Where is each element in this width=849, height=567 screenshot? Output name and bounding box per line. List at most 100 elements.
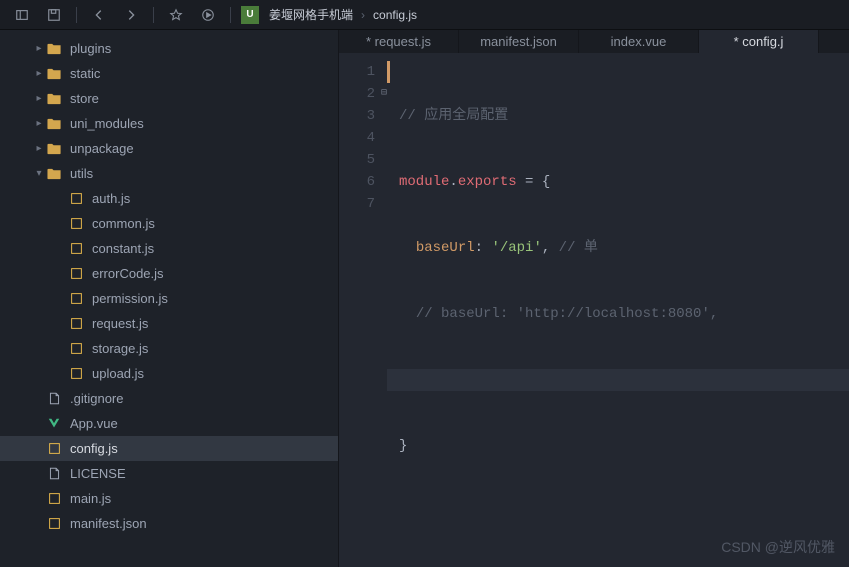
tree-item-label: store	[70, 91, 99, 106]
file-request.js[interactable]: request.js	[0, 311, 338, 336]
breadcrumb-project[interactable]: 姜堰网格手机端	[269, 6, 353, 23]
file-manifest.json[interactable]: manifest.json	[0, 511, 338, 536]
code-token: = {	[517, 174, 551, 190]
tree-item-label: LICENSE	[70, 466, 126, 481]
tree-item-label: unpackage	[70, 141, 134, 156]
tab-label: * request.js	[366, 34, 431, 49]
tab-label: manifest.json	[480, 34, 557, 49]
line-number: 6	[339, 171, 375, 193]
file-main.js[interactable]: main.js	[0, 486, 338, 511]
line-number: 4	[339, 127, 375, 149]
tree-item-label: config.js	[70, 441, 118, 456]
code-editor[interactable]: 1⊟234567 // 应用全局配置 module.exports = { ba…	[339, 53, 849, 567]
file-errorCode.js[interactable]: errorCode.js	[0, 261, 338, 286]
file-type-icon	[46, 141, 62, 157]
app-icon: U	[241, 6, 259, 24]
back-icon[interactable]	[85, 3, 113, 27]
file-upload.js[interactable]: upload.js	[0, 361, 338, 386]
folder-plugins[interactable]: ▸ plugins	[0, 36, 338, 61]
folder-static[interactable]: ▸ static	[0, 61, 338, 86]
file-type-icon	[68, 266, 84, 282]
tab-request[interactable]: * request.js	[339, 30, 459, 53]
forward-icon[interactable]	[117, 3, 145, 27]
tree-item-label: permission.js	[92, 291, 168, 306]
line-number: 7	[339, 193, 375, 215]
code-token: module	[399, 174, 449, 190]
folder-utils[interactable]: ▾ utils	[0, 161, 338, 186]
file-auth.js[interactable]: auth.js	[0, 186, 338, 211]
file-type-icon	[46, 516, 62, 532]
tree-item-label: .gitignore	[70, 391, 123, 406]
line-number: 5	[339, 149, 375, 171]
line-number: 2	[339, 83, 375, 105]
code-comment: // baseUrl: 'http://localhost:8080',	[416, 306, 718, 322]
chevron-right-icon: ›	[361, 8, 365, 22]
folder-unpackage[interactable]: ▸ unpackage	[0, 136, 338, 161]
code-token: .	[449, 174, 457, 190]
tree-item-label: App.vue	[70, 416, 118, 431]
file-constant.js[interactable]: constant.js	[0, 236, 338, 261]
file-LICENSE[interactable]: LICENSE	[0, 461, 338, 486]
gutter: 1⊟234567	[339, 61, 387, 567]
file-type-icon	[46, 66, 62, 82]
tree-item-label: uni_modules	[70, 116, 144, 131]
editor-area: * request.js manifest.json index.vue * c…	[338, 30, 849, 567]
file-type-icon	[68, 316, 84, 332]
file-type-icon	[46, 466, 62, 482]
chevron-icon: ▸	[32, 68, 46, 79]
folder-uni_modules[interactable]: ▸ uni_modules	[0, 111, 338, 136]
file-type-icon	[46, 91, 62, 107]
chevron-icon: ▸	[32, 143, 46, 154]
file-type-icon	[46, 391, 62, 407]
tree-item-label: manifest.json	[70, 516, 147, 531]
tab-manifest[interactable]: manifest.json	[459, 30, 579, 53]
folder-store[interactable]: ▸ store	[0, 86, 338, 111]
chevron-icon: ▾	[32, 168, 46, 179]
code-token: ,	[542, 240, 559, 256]
star-icon[interactable]	[162, 3, 190, 27]
tree-item-label: errorCode.js	[92, 266, 164, 281]
file-storage.js[interactable]: storage.js	[0, 336, 338, 361]
tree-item-label: constant.js	[92, 241, 154, 256]
chevron-icon: ▸	[32, 43, 46, 54]
code-comment: // 应用全局配置	[399, 108, 508, 124]
panel-toggle-icon[interactable]	[8, 3, 36, 27]
line-number: 3	[339, 105, 375, 127]
tree-item-label: static	[70, 66, 100, 81]
save-icon[interactable]	[40, 3, 68, 27]
tree-item-label: upload.js	[92, 366, 144, 381]
file-type-icon	[68, 191, 84, 207]
tab-config[interactable]: * config.j	[699, 30, 819, 53]
code-token: exports	[458, 174, 517, 190]
divider	[76, 7, 77, 23]
divider	[153, 7, 154, 23]
chevron-icon: ▸	[32, 93, 46, 104]
file-permission.js[interactable]: permission.js	[0, 286, 338, 311]
file-type-icon	[68, 366, 84, 382]
line-number: 1	[339, 61, 375, 83]
tree-item-label: utils	[70, 166, 93, 181]
file-App.vue[interactable]: App.vue	[0, 411, 338, 436]
file-.gitignore[interactable]: .gitignore	[0, 386, 338, 411]
file-common.js[interactable]: common.js	[0, 211, 338, 236]
tree-item-label: main.js	[70, 491, 111, 506]
file-explorer[interactable]: ▸ plugins ▸ static ▸ store ▸ uni_modules ▸ unpack…	[0, 30, 338, 567]
file-type-icon	[46, 41, 62, 57]
chevron-icon: ▸	[32, 118, 46, 129]
file-config.js[interactable]: config.js	[0, 436, 338, 461]
tree-item-label: plugins	[70, 41, 111, 56]
tabbar: * request.js manifest.json index.vue * c…	[339, 30, 849, 53]
titlebar: U 姜堰网格手机端 › config.js	[0, 0, 849, 30]
run-icon[interactable]	[194, 3, 222, 27]
code-comment: // 单	[559, 240, 598, 256]
file-type-icon	[46, 166, 62, 182]
divider	[230, 7, 231, 23]
breadcrumb: 姜堰网格手机端 › config.js	[269, 6, 417, 23]
file-type-icon	[68, 216, 84, 232]
cursor-line-marker	[387, 61, 390, 83]
tab-index[interactable]: index.vue	[579, 30, 699, 53]
breadcrumb-file[interactable]: config.js	[373, 8, 417, 22]
tab-label: * config.j	[734, 34, 784, 49]
code-content[interactable]: // 应用全局配置 module.exports = { baseUrl: '/…	[387, 61, 849, 567]
tree-item-label: request.js	[92, 316, 148, 331]
